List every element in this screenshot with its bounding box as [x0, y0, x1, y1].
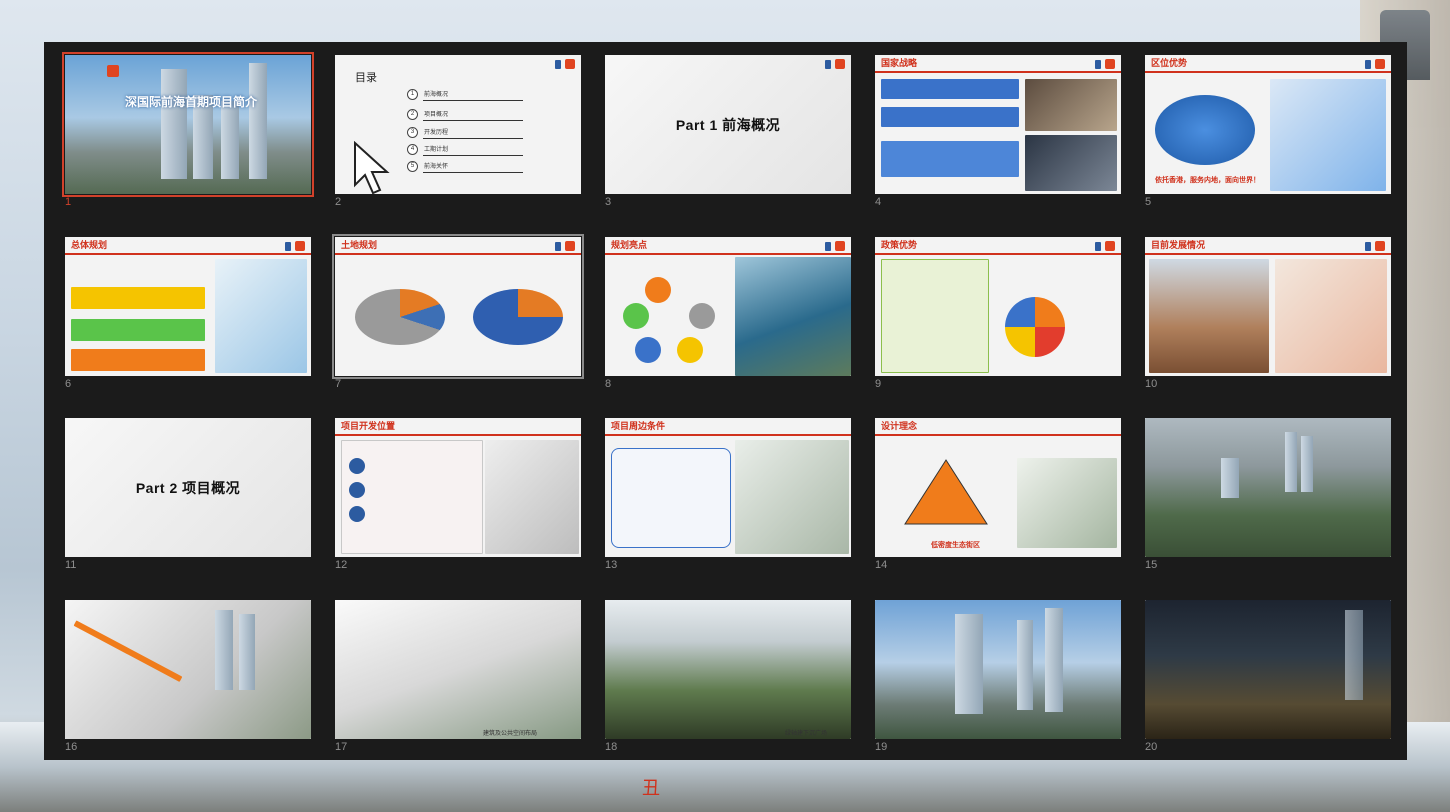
- slide-thumbnail-6[interactable]: 总体规划: [65, 237, 311, 376]
- slide-thumbnail-7[interactable]: 土地规划: [332, 234, 584, 379]
- slide-number: 6: [65, 378, 72, 390]
- slide-footer: 依托香港，服务内地，面向世界！: [1155, 176, 1260, 184]
- section-title: Part 1 前海概况: [605, 55, 851, 194]
- slide-footer: 低密度生态街区: [931, 541, 980, 549]
- slide-number: 17: [335, 741, 348, 753]
- toc-item: 4 工期计划: [407, 144, 523, 156]
- slide-title: 项目周边条件: [611, 421, 666, 431]
- section-title: Part 2 项目概况: [65, 418, 311, 557]
- slide-number: 2: [335, 196, 342, 208]
- slide-number: 18: [605, 741, 618, 753]
- slide-number: 12: [335, 559, 348, 571]
- slide-thumbnail-15[interactable]: [1145, 418, 1391, 557]
- slide-title: 规划亮点: [611, 240, 648, 250]
- slide-number: 9: [875, 378, 882, 390]
- slide-thumbnail-12[interactable]: 项目开发位置: [335, 418, 581, 557]
- slide-number: 15: [1145, 559, 1158, 571]
- toc-item: 2 项目概况: [407, 109, 523, 121]
- slide-thumbnail-11[interactable]: Part 2 项目概况: [65, 418, 311, 557]
- slide-number: 16: [65, 741, 78, 753]
- slide-thumbnail-17[interactable]: 建筑及公共空间布局: [335, 600, 581, 739]
- slide-number: 19: [875, 741, 888, 753]
- slide-caption: 绿轴建下沉广场: [785, 730, 828, 737]
- slide-title: 目前发展情况: [1151, 240, 1206, 250]
- slide-number: 3: [605, 196, 612, 208]
- slide-thumbnail-14[interactable]: 设计理念 低密度生态街区: [875, 418, 1121, 557]
- slide-title: 土地规划: [341, 240, 378, 250]
- mouse-cursor-icon: [354, 141, 390, 194]
- slide-thumbnail-3[interactable]: Part 1 前海概况: [605, 55, 851, 194]
- slide-number: 1: [65, 196, 72, 208]
- slide-number: 13: [605, 559, 618, 571]
- slide-number: 5: [1145, 196, 1152, 208]
- slide-number: 20: [1145, 741, 1158, 753]
- slide-thumbnail-9[interactable]: 政策优势: [875, 237, 1121, 376]
- slide-thumbnail-4[interactable]: 国家战略: [875, 55, 1121, 194]
- slide-thumbnail-13[interactable]: 项目周边条件: [605, 418, 851, 557]
- slide-thumbnail-18[interactable]: 绿轴建下沉广场: [605, 600, 851, 739]
- toc-item: 5 前海关怀: [407, 161, 523, 173]
- bottom-mark: 丑: [642, 778, 660, 799]
- slide-thumbnail-8[interactable]: 规划亮点: [605, 237, 851, 376]
- slide-thumbnail-10[interactable]: 目前发展情况: [1145, 237, 1391, 376]
- slide-thumbnail-1[interactable]: 深国际前海首期项目简介: [62, 52, 314, 197]
- slide-title: 政策优势: [881, 240, 918, 250]
- slide-thumbnail-2[interactable]: 目录 1 前海概况 2 项目概况 3 开发历程 4 工期计划 5 前海关怀: [335, 55, 581, 194]
- slide-number: 7: [335, 378, 342, 390]
- toc-item: 3 开发历程: [407, 127, 523, 139]
- slide-number: 8: [605, 378, 612, 390]
- slide-thumbnail-16[interactable]: [65, 600, 311, 739]
- slide-title: 设计理念: [881, 421, 918, 431]
- slide-title: 总体规划: [71, 240, 108, 250]
- slide-number: 4: [875, 196, 882, 208]
- toc-title: 目录: [355, 72, 377, 84]
- slide-title: 国家战略: [881, 58, 918, 68]
- slide-caption: 建筑及公共空间布局: [483, 730, 538, 737]
- toc-item: 1 前海概况: [407, 89, 523, 101]
- slide-number: 14: [875, 559, 888, 571]
- slide-title: 区位优势: [1151, 58, 1188, 68]
- cover-title: 深国际前海首期项目简介: [125, 95, 258, 109]
- slide-number: 11: [65, 559, 77, 571]
- slide-number: 10: [1145, 378, 1158, 390]
- slide-thumbnail-19[interactable]: [875, 600, 1121, 739]
- slide-thumbnail-20[interactable]: [1145, 600, 1391, 739]
- triangle-diagram-icon: [904, 459, 988, 525]
- slide-thumbnail-5[interactable]: 区位优势 依托香港，服务内地，面向世界！: [1145, 55, 1391, 194]
- slide-sorter-panel: 深国际前海首期项目简介 1 目录 1 前海概况 2 项目概况 3 开发历程 4 工期计划…: [44, 42, 1407, 760]
- slide-title: 项目开发位置: [341, 421, 396, 431]
